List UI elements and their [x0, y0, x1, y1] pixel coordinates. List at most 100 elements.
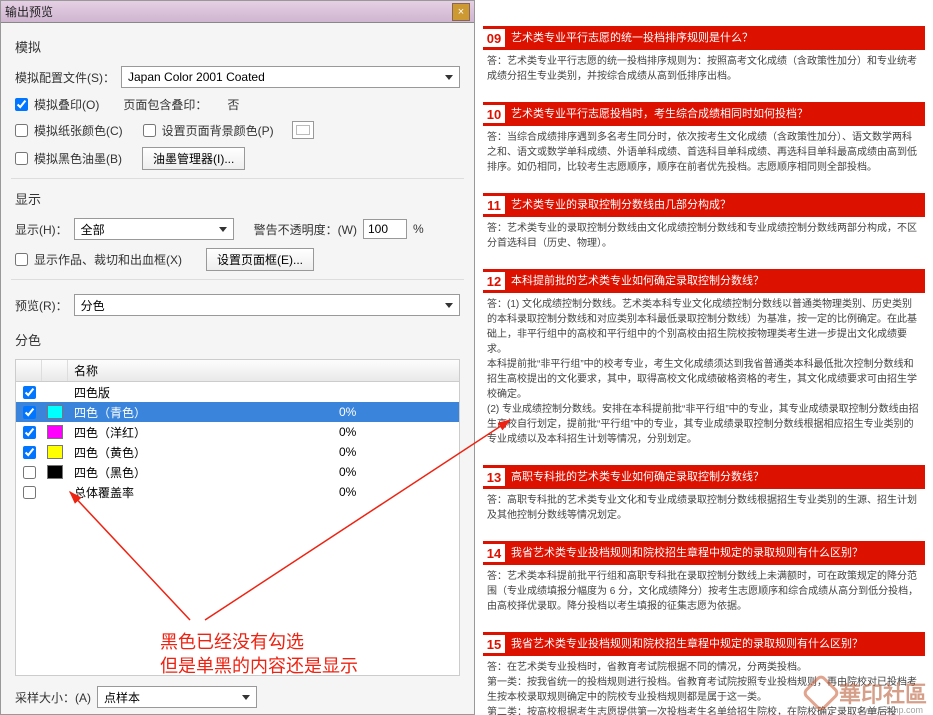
separation-row[interactable]: 四色（洋红）0% — [16, 422, 459, 442]
show-boxes-checkbox[interactable] — [15, 253, 28, 266]
simulate-paper-checkbox[interactable] — [15, 124, 28, 137]
color-swatch-icon — [47, 425, 63, 439]
sample-size-value: 点样本 — [104, 689, 140, 706]
set-bg-checkbox[interactable] — [143, 124, 156, 137]
divider — [11, 279, 464, 280]
separation-percent: 0% — [339, 445, 459, 459]
question-text: 艺术类专业平行志愿投档时，考生综合成绩相同时如何投档？ — [511, 105, 808, 121]
question-bar: 13高职专科批的艺术类专业如何确定录取控制分数线？ — [483, 465, 925, 489]
preview-label: 预览(R)： — [15, 297, 68, 314]
window-title: 输出预览 — [5, 3, 53, 20]
sim-profile-dropdown[interactable]: Japan Color 2001 Coated — [121, 66, 460, 88]
set-page-boxes-button[interactable]: 设置页面框(E)... — [206, 248, 314, 271]
separation-row[interactable]: 四色（黄色）0% — [16, 442, 459, 462]
separation-checkbox[interactable] — [23, 466, 36, 479]
separation-checkbox[interactable] — [23, 406, 36, 419]
question-number: 11 — [483, 196, 505, 214]
preview-row: 预览(R)： 分色 — [1, 284, 474, 320]
separation-row[interactable]: 四色（青色）0% — [16, 402, 459, 422]
separation-percent: 0% — [339, 465, 459, 479]
qa-item: 10艺术类专业平行志愿投档时，考生综合成绩相同时如何投档？答：当综合成绩排序遇到… — [483, 102, 925, 175]
question-bar: 09艺术类专业平行志愿的统一投档排序规则是什么？ — [483, 26, 925, 50]
separation-checkbox[interactable] — [23, 446, 36, 459]
question-text: 本科提前批的艺术类专业如何确定录取控制分数线？ — [511, 272, 764, 288]
separation-name: 总体覆盖率 — [68, 484, 339, 501]
separation-percent: 0% — [339, 405, 459, 419]
answer-text: 答：艺术类专业平行志愿的统一投档排序规则为：按照高考文化成绩（含政策性加分）和专… — [483, 50, 925, 84]
separation-name: 四色（黑色） — [68, 464, 339, 481]
separation-row[interactable]: 四色版 — [16, 382, 459, 402]
qa-item: 11艺术类专业的录取控制分数线由几部分构成？答：艺术类专业的录取控制分数线由文化… — [483, 193, 925, 251]
separation-checkbox[interactable] — [23, 486, 36, 499]
chevron-down-icon — [219, 227, 227, 232]
answer-text: 答：高职专科批的艺术类专业文化和专业成绩录取控制分数线根据招生专业类别的生源、招… — [483, 489, 925, 523]
preview-dropdown[interactable]: 分色 — [74, 294, 460, 316]
separation-checkbox[interactable] — [23, 426, 36, 439]
show-row: 显示(H)： 全部 警告不透明度：(W) % — [1, 214, 474, 244]
separation-percent: 0% — [339, 425, 459, 439]
separation-checkbox[interactable] — [23, 386, 36, 399]
page-overprint-label: 页面包含叠印： — [123, 96, 207, 113]
question-bar: 15我省艺术类专业投档规则和院校招生章程中规定的录取规则有什么区别？ — [483, 632, 925, 656]
sample-size-dropdown[interactable]: 点样本 — [97, 686, 257, 708]
watermark-icon — [801, 673, 841, 713]
black-ink-row: 模拟黑色油墨(B) 油墨管理器(I)... — [1, 143, 474, 174]
separations-header: 名称 — [16, 360, 459, 382]
separation-row[interactable]: 四色（黑色）0% — [16, 462, 459, 482]
show-value: 全部 — [81, 221, 105, 238]
question-bar: 14我省艺术类专业投档规则和院校招生章程中规定的录取规则有什么区别？ — [483, 541, 925, 565]
simulate-black-label: 模拟黑色油墨(B) — [34, 150, 122, 167]
question-bar: 11艺术类专业的录取控制分数线由几部分构成？ — [483, 193, 925, 217]
simulate-paper-label: 模拟纸张颜色(C) — [34, 122, 123, 139]
qa-item: 13高职专科批的艺术类专业如何确定录取控制分数线？答：高职专科批的艺术类专业文化… — [483, 465, 925, 523]
answer-text: 答：艺术类专业的录取控制分数线由文化成绩控制分数线和专业成绩控制分数线两部分构成… — [483, 217, 925, 251]
color-swatch-icon — [47, 405, 63, 419]
question-bar: 12 本科提前批的艺术类专业如何确定录取控制分数线？ — [483, 269, 925, 293]
separation-name: 四色（青色） — [68, 404, 339, 421]
separation-name: 四色（洋红） — [68, 424, 339, 441]
preview-value: 分色 — [81, 297, 105, 314]
chevron-down-icon — [445, 75, 453, 80]
close-icon[interactable]: × — [452, 3, 470, 21]
simulation-profile-row: 模拟配置文件(S)： Japan Color 2001 Coated — [1, 62, 474, 92]
chevron-down-icon — [242, 695, 250, 700]
chevron-down-icon — [445, 303, 453, 308]
sim-profile-value: Japan Color 2001 Coated — [128, 70, 265, 84]
sim-profile-label: 模拟配置文件(S)： — [15, 69, 115, 86]
show-boxes-row: 显示作品、裁切和出血框(X) 设置页面框(E)... — [1, 244, 474, 275]
section-separations-label: 分色 — [1, 320, 474, 355]
warn-opacity-label: 警告不透明度：(W) — [254, 221, 357, 238]
section-simulate-label: 模拟 — [1, 23, 474, 62]
answer-text: 答：(1) 文化成绩控制分数线。艺术类本科专业文化成绩控制分数线以普通类物理类别… — [483, 293, 925, 447]
question-text: 我省艺术类专业投档规则和院校招生章程中规定的录取规则有什么区别？ — [511, 544, 863, 560]
question-number: 12 — [483, 272, 505, 290]
simulate-overprint-checkbox[interactable] — [15, 98, 28, 111]
ink-manager-button[interactable]: 油墨管理器(I)... — [142, 147, 245, 170]
question-bar: 10艺术类专业平行志愿投档时，考生综合成绩相同时如何投档？ — [483, 102, 925, 126]
page-overprint-value: 否 — [227, 96, 239, 113]
simulate-black-checkbox[interactable] — [15, 152, 28, 165]
paper-color-row: 模拟纸张颜色(C) 设置页面背景颜色(P) — [1, 117, 474, 143]
set-bg-label: 设置页面背景颜色(P) — [162, 122, 274, 139]
warn-opacity-input[interactable] — [363, 219, 407, 239]
separation-row[interactable]: 总体覆盖率0% — [16, 482, 459, 502]
color-swatch-icon — [47, 445, 63, 459]
qa-item: 14我省艺术类专业投档规则和院校招生章程中规定的录取规则有什么区别？答：艺术类本… — [483, 541, 925, 614]
separations-header-name: 名称 — [68, 360, 459, 381]
sample-row: 采样大小：(A) 点样本 — [1, 676, 474, 714]
show-boxes-label: 显示作品、裁切和出血框(X) — [34, 251, 182, 268]
warn-pct-label: % — [413, 222, 424, 236]
simulate-overprint-label: 模拟叠印(O) — [34, 96, 99, 113]
separations-table: 名称 四色版四色（青色）0%四色（洋红）0%四色（黄色）0%四色（黑色）0%总体… — [15, 359, 460, 676]
divider — [11, 178, 464, 179]
question-number: 15 — [483, 635, 505, 653]
document-preview: 09艺术类专业平行志愿的统一投档排序规则是什么？答：艺术类专业平行志愿的统一投档… — [475, 0, 933, 715]
separation-name: 四色（黄色） — [68, 444, 339, 461]
question-number: 09 — [483, 29, 505, 47]
sample-size-label: 采样大小：(A) — [15, 689, 91, 706]
annotation-line2: 但是单黑的内容还是显示 — [160, 654, 358, 678]
overprint-row: 模拟叠印(O) 页面包含叠印： 否 — [1, 92, 474, 117]
bg-color-swatch[interactable] — [292, 121, 314, 139]
qa-item: 12 本科提前批的艺术类专业如何确定录取控制分数线？ 答：(1) 文化成绩控制分数线… — [483, 269, 925, 447]
show-dropdown[interactable]: 全部 — [74, 218, 234, 240]
